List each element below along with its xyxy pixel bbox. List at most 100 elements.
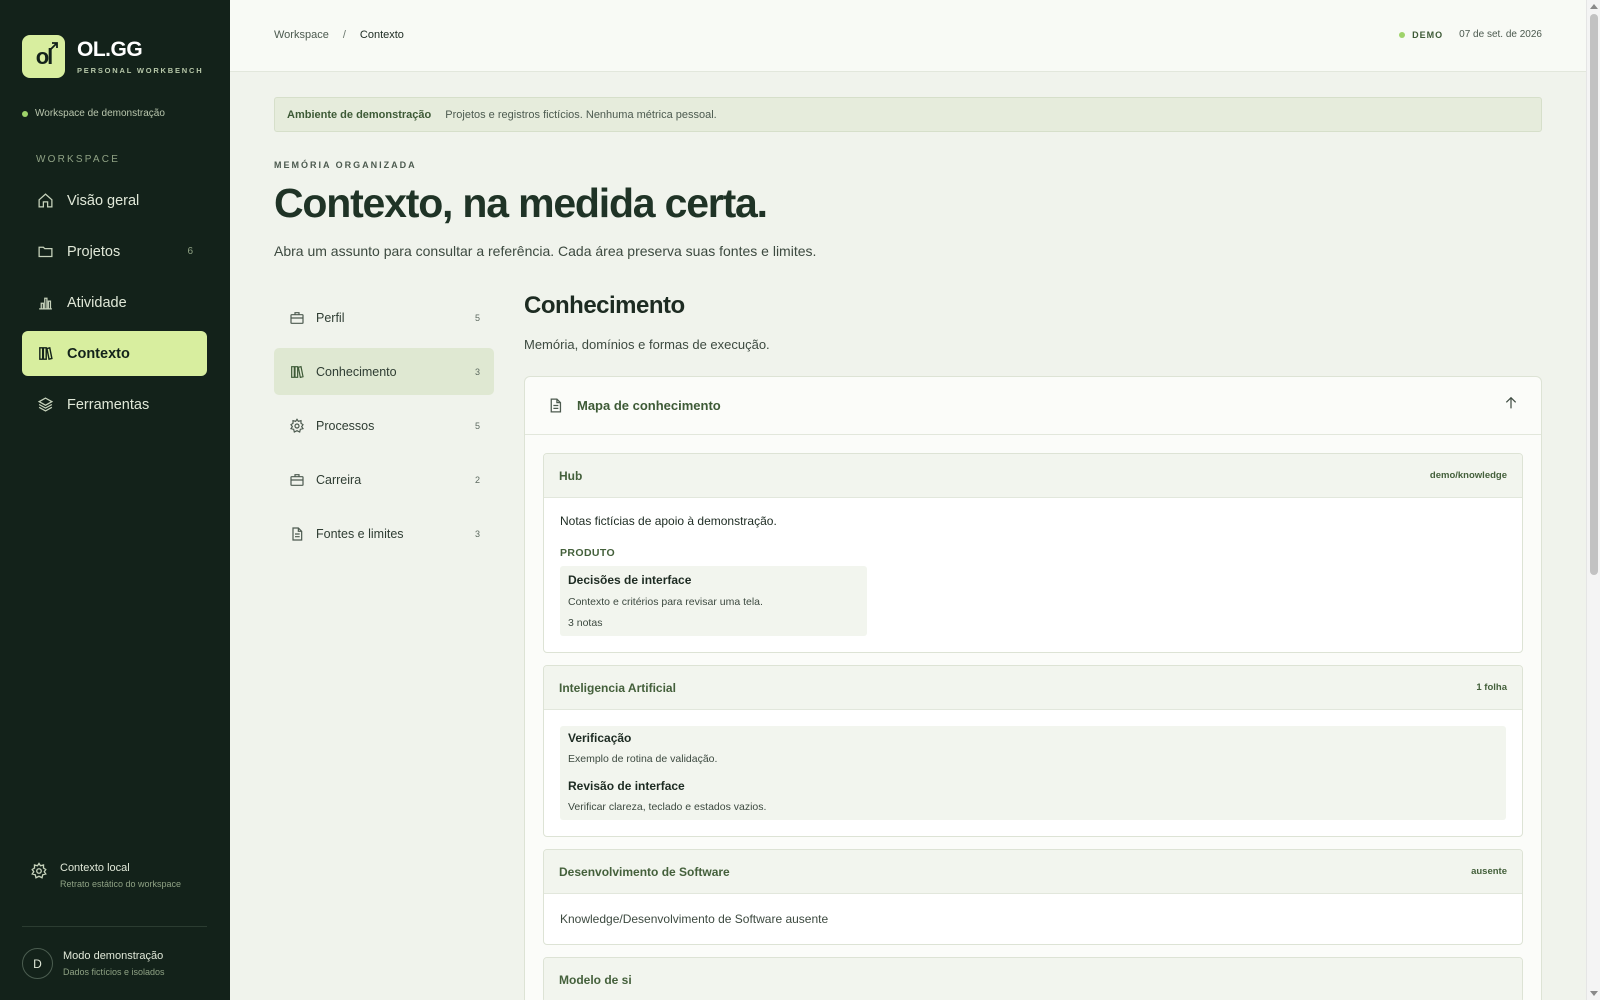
note-tile[interactable]: Decisões de interface Contexto e critéri… [560,566,867,636]
subnav-item-count: 2 [474,474,480,485]
knowledge-section-hub: Hub demo/knowledge Notas fictícias de ap… [543,453,1523,653]
arrow-up-right-icon [49,42,58,51]
sidebar-item-projetos[interactable]: Projetos 6 [22,229,207,274]
breadcrumb-separator: / [342,29,346,41]
demo-banner: Ambiente de demonstração Projetos e regi… [274,97,1542,132]
layers-icon [36,396,54,414]
demo-badge: DEMO [1399,30,1443,40]
leaf-title: Verificação [568,731,632,745]
section-header-meta: 1 folha [1476,682,1507,693]
subnav-item-perfil[interactable]: Perfil 5 [274,294,494,341]
subnav-item-label: Carreira [316,472,362,487]
leaf-description: Exemplo de rotina de validação. [568,753,718,765]
brand-logo: ol [22,35,65,78]
page-scrollbar[interactable] [1586,0,1600,1000]
brand-subtitle: PERSONAL WORKBENCH [77,66,204,75]
local-context-title: Contexto local [60,862,130,874]
subnav-item-processos[interactable]: Processos 5 [274,402,494,449]
local-context-subtitle: Retrato estático do workspace [60,879,182,889]
section-header[interactable]: Inteligencia Artificial 1 folha [544,666,1522,710]
leaf-title: Revisão de interface [568,779,685,793]
knowledge-panel: Conhecimento Memória, domínios e formas … [524,292,1542,1000]
subnav-item-count: 3 [474,366,480,377]
section-header-meta: demo/knowledge [1429,470,1507,481]
banner-title: Ambiente de demonstração [287,108,432,121]
breadcrumb: Workspace / Contexto [274,29,404,41]
sidebar-divider [22,926,207,927]
brand-name: OL.GG [77,38,143,61]
sidebar-item-label: Contexto [67,345,130,362]
category-label: PRODUTO [560,547,616,559]
knowledge-map-title: Mapa de conhecimento [577,398,721,413]
gear-icon [30,862,48,885]
scroll-thumb[interactable] [1590,14,1598,575]
sidebar-item-label: Projetos [67,243,121,260]
sidebar-item-label: Atividade [67,294,127,311]
section-header-title: Desenvolvimento de Software [559,864,730,879]
subnav-item-carreira[interactable]: Carreira 2 [274,456,494,503]
subnav-item-label: Perfil [316,310,345,325]
leaf-description: Verificar clareza, teclado e estados vaz… [568,801,767,813]
current-date: 07 de set. de 2026 [1459,29,1542,40]
section-header-title: Inteligencia Artificial [559,680,676,695]
context-subnav: Perfil 5 Conhecimento 3 Processos 5 Carr… [274,294,494,564]
knowledge-section-self-model: Modelo de si [543,957,1523,1000]
missing-notice: Knowledge/Desenvolvimento de Software au… [560,912,829,926]
banner-text: Projetos e registros fictícios. Nenhuma … [445,108,717,121]
brand[interactable]: ol OL.GG PERSONAL WORKBENCH [22,35,203,78]
section-header[interactable]: Desenvolvimento de Software ausente [544,850,1522,894]
leaf-item[interactable]: Verificação Exemplo de rotina de validaç… [568,731,1498,765]
subnav-item-fontes-e-limites[interactable]: Fontes e limites 3 [274,510,494,557]
workspace-status: Workspace de demonstração [22,108,165,119]
leaf-item[interactable]: Revisão de interface Verificar clareza, … [568,779,1498,813]
document-icon [547,397,564,414]
gear-icon [288,417,306,435]
books-icon [288,363,306,381]
subnav-item-label: Conhecimento [316,364,397,379]
knowledge-section-software: Desenvolvimento de Software ausente Know… [543,849,1523,945]
user-mode-subtitle: Dados fictícios e isolados [63,967,165,977]
knowledge-map-card: Mapa de conhecimento Hub demo/knowledge … [524,376,1542,1000]
books-icon [36,345,54,363]
note-title: Decisões de interface [568,573,692,587]
subnav-item-conhecimento[interactable]: Conhecimento 3 [274,348,494,395]
section-title: Conhecimento [524,292,685,319]
section-header[interactable]: Modelo de si [544,958,1522,1000]
sidebar-item-atividade[interactable]: Atividade [22,280,207,325]
subnav-item-count: 3 [474,528,480,539]
sidebar-item-count: 6 [187,246,193,257]
subnav-item-label: Processos [316,418,375,433]
avatar: D [22,948,53,979]
subnav-item-count: 5 [474,420,480,431]
sidebar-item-ferramentas[interactable]: Ferramentas [22,382,207,427]
page-subtitle: Abra um assunto para consultar a referên… [274,243,817,259]
briefcase-icon [288,471,306,489]
scroll-down-icon[interactable] [1590,991,1598,996]
local-context[interactable]: Contexto local Retrato estático do works… [30,862,181,889]
breadcrumb-workspace[interactable]: Workspace [274,29,329,41]
leaf-list: Verificação Exemplo de rotina de validaç… [560,726,1506,820]
sidebar-item-contexto[interactable]: Contexto [22,331,207,376]
topbar-status: DEMO 07 de set. de 2026 [1399,29,1542,40]
section-text: Notas fictícias de apoio à demonstração. [560,514,777,528]
sidebar-nav: Visão geral Projetos 6 Atividade Context… [22,178,207,433]
knowledge-map-header[interactable]: Mapa de conhecimento [525,377,1541,435]
home-icon [36,192,54,210]
section-header-title: Hub [559,468,583,483]
knowledge-section-ai: Inteligencia Artificial 1 folha Verifica… [543,665,1523,837]
scroll-up-icon[interactable] [1590,4,1598,9]
topbar: Workspace / Contexto DEMO 07 de set. de … [230,0,1586,72]
user-profile[interactable]: D Modo demonstração Dados fictícios e is… [22,948,165,979]
section-header-meta: ausente [1471,866,1507,877]
bar-chart-icon [36,294,54,312]
demo-badge-label: DEMO [1412,29,1444,40]
nav-heading: WORKSPACE [36,154,121,165]
document-icon [288,525,306,543]
hero-eyebrow: MEMÓRIA ORGANIZADA [274,160,417,170]
arrow-up-icon[interactable] [1503,395,1519,416]
sidebar-item-visao-geral[interactable]: Visão geral [22,178,207,223]
section-header[interactable]: Hub demo/knowledge [544,454,1522,498]
briefcase-icon [288,309,306,327]
subnav-item-label: Fontes e limites [316,526,404,541]
subnav-item-count: 5 [474,312,480,323]
